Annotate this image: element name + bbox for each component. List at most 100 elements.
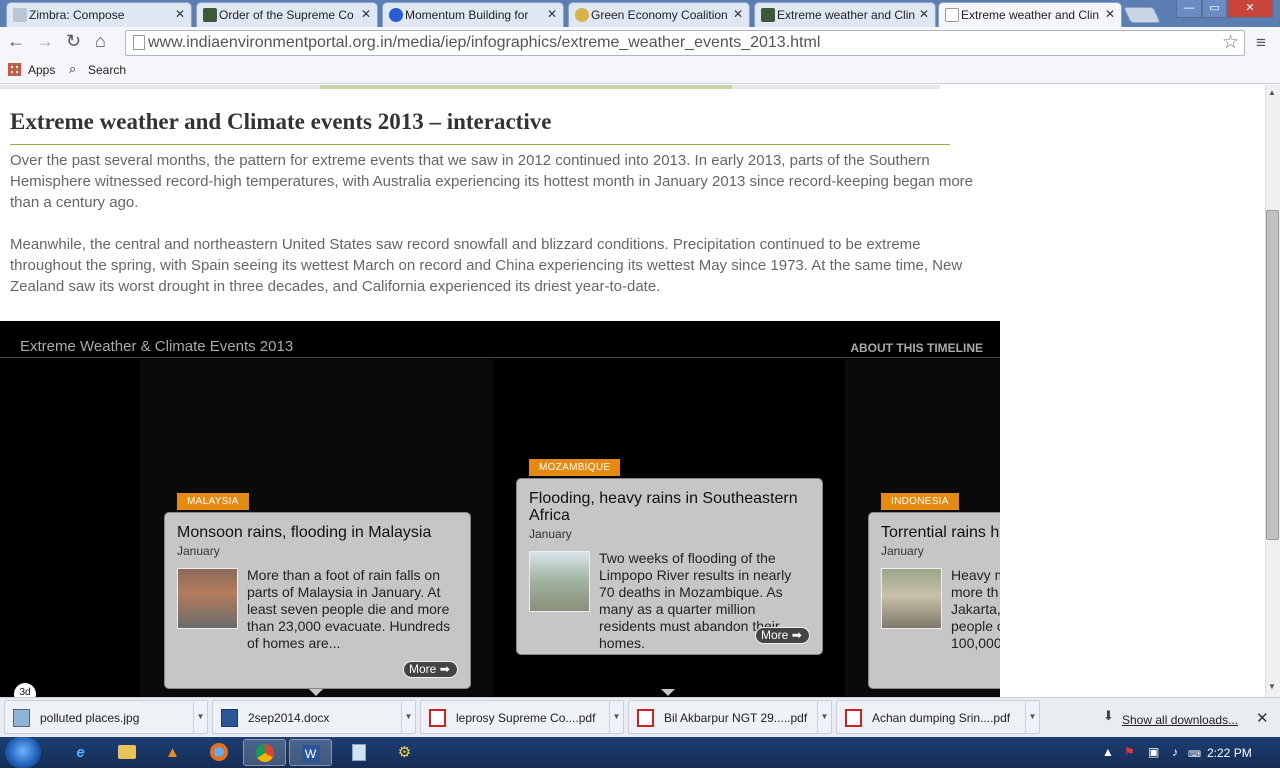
close-downloads-bar-icon[interactable]: ✕ [1256, 709, 1269, 727]
chrome-taskbar-icon[interactable] [243, 739, 286, 766]
green-economy-favicon-icon [575, 8, 589, 22]
ie-taskbar-icon[interactable]: e [59, 739, 102, 766]
chevron-down-icon[interactable]: ▼ [817, 701, 831, 733]
new-tab-button[interactable] [1123, 7, 1161, 23]
globe-favicon-icon [389, 8, 403, 22]
chevron-down-icon[interactable]: ▼ [609, 701, 623, 733]
tab-label: Order of the Supreme Co [219, 8, 354, 22]
search-icon[interactable]: ⌕ [69, 61, 76, 77]
tab-zimbra[interactable]: Zimbra: Compose ✕ [6, 2, 192, 27]
event-headline: Torrential rains hi [881, 524, 1000, 541]
minimize-button[interactable]: — [1176, 0, 1202, 18]
menu-icon[interactable]: ≡ [1256, 33, 1266, 53]
start-button[interactable] [5, 737, 41, 768]
event-thumbnail [881, 568, 942, 629]
close-window-button[interactable]: ✕ [1227, 0, 1273, 18]
portal-favicon-icon [203, 8, 217, 22]
page-title: Extreme weather and Climate events 2013 … [10, 109, 552, 134]
tab-green-economy[interactable]: Green Economy Coalition ✕ [568, 2, 750, 27]
bookmark-star-icon[interactable]: ☆ [1222, 31, 1239, 54]
back-arrow-icon[interactable]: ← [7, 31, 25, 52]
apps-bookmark[interactable]: Apps [28, 63, 55, 77]
scroll-down-arrow-icon[interactable]: ▼ [1268, 682, 1276, 691]
tab-momentum-building[interactable]: Momentum Building for ✕ [382, 2, 564, 27]
site-nav-active-segment [320, 85, 732, 89]
tab-label: Momentum Building for [405, 8, 529, 22]
firefox-taskbar-icon[interactable] [197, 739, 240, 766]
event-thumbnail [529, 551, 590, 612]
event-description: Heavy m more th Jakarta, people o 100,00… [951, 567, 1000, 651]
chevron-down-icon[interactable]: ▼ [1025, 701, 1039, 733]
timeline-header: Extreme Weather & Climate Events 2013 AB… [0, 321, 1000, 358]
more-label: More [409, 662, 437, 676]
network-icon[interactable]: ⚑ [1124, 745, 1135, 759]
tab-extreme-weather-active[interactable]: Extreme weather and Clin ✕ [938, 2, 1122, 27]
download-item[interactable]: 2sep2014.docx ▼ [212, 700, 416, 734]
scroll-up-arrow-icon[interactable]: ▲ [1268, 88, 1276, 97]
more-label: More [761, 628, 789, 642]
notepad-taskbar-icon[interactable] [337, 739, 380, 766]
display-icon[interactable]: ▣ [1148, 745, 1159, 759]
forward-arrow-icon[interactable]: → [36, 31, 54, 52]
event-card-indonesia[interactable]: Torrential rains hi January Heavy m more… [868, 512, 1000, 689]
country-tag-malaysia: MALAYSIA [177, 493, 249, 510]
explorer-taskbar-icon[interactable] [105, 739, 148, 766]
word-taskbar-icon[interactable]: W [289, 739, 332, 766]
close-icon[interactable]: ✕ [733, 7, 743, 21]
arrow-right-icon: ➡ [439, 662, 450, 676]
close-icon[interactable]: ✕ [547, 7, 557, 21]
keyboard-icon[interactable]: ⌨ [1188, 749, 1201, 760]
second-paragraph: Meanwhile, the central and northeastern … [10, 236, 963, 295]
vlc-taskbar-icon[interactable]: ▲ [151, 739, 194, 766]
home-icon[interactable]: ⌂ [95, 31, 106, 52]
event-month: January [529, 527, 572, 541]
card-pointer [309, 689, 323, 696]
downloads-bar: polluted places.jpg ▼ 2sep2014.docx ▼ le… [0, 697, 1280, 737]
volume-icon[interactable]: ♪ [1172, 745, 1178, 759]
show-hidden-icons-icon[interactable]: ▲ [1102, 745, 1114, 759]
download-arrow-icon: ⬇ [1103, 708, 1114, 723]
taskbar-clock[interactable]: 2:22 PM [1207, 746, 1252, 760]
more-button[interactable]: More ➡ [755, 627, 810, 644]
app-taskbar-icon[interactable]: ⚙ [383, 739, 426, 766]
chevron-down-icon[interactable]: ▼ [193, 701, 207, 733]
event-description: More than a foot of rain falls on parts … [247, 567, 451, 651]
tab-supreme-court-order[interactable]: Order of the Supreme Co ✕ [196, 2, 378, 27]
title-divider [10, 144, 950, 145]
more-button[interactable]: More ➡ [403, 661, 458, 678]
close-icon[interactable]: ✕ [919, 7, 929, 21]
event-headline: Monsoon rains, flooding in Malaysia [177, 524, 432, 541]
timeline-title: Extreme Weather & Climate Events 2013 [20, 338, 294, 355]
close-icon[interactable]: ✕ [1105, 7, 1115, 21]
reload-icon[interactable]: ↻ [66, 31, 81, 52]
about-timeline-link[interactable]: ABOUT THIS TIMELINE [850, 341, 983, 355]
url-text[interactable]: www.indiaenvironmentportal.org.in/media/… [148, 34, 820, 52]
download-item[interactable]: Achan dumping Srin....pdf ▼ [836, 700, 1040, 734]
image-file-icon [13, 709, 30, 727]
country-tag-indonesia: INDONESIA [881, 493, 959, 510]
search-bookmark[interactable]: Search [88, 63, 126, 77]
maximize-button[interactable]: ▭ [1202, 0, 1227, 18]
download-item[interactable]: polluted places.jpg ▼ [4, 700, 208, 734]
scrollbar-thumb[interactable] [1266, 210, 1279, 540]
close-icon[interactable]: ✕ [175, 7, 185, 21]
intro-paragraph: Over the past several months, the patter… [10, 152, 974, 211]
close-icon[interactable]: ✕ [361, 7, 371, 21]
download-item[interactable]: leprosy Supreme Co....pdf ▼ [420, 700, 624, 734]
pdf-icon [637, 709, 654, 727]
timeline-widget[interactable]: Extreme Weather & Climate Events 2013 AB… [0, 321, 1000, 697]
event-month: January [881, 544, 924, 558]
download-item[interactable]: Bil Akbarpur NGT 29.....pdf ▼ [628, 700, 832, 734]
event-card-malaysia[interactable]: Monsoon rains, flooding in Malaysia Janu… [164, 512, 471, 689]
tab-label: Zimbra: Compose [29, 8, 125, 22]
download-filename: 2sep2014.docx [248, 711, 330, 725]
card-pointer [661, 689, 675, 696]
tab-label: Extreme weather and Clin [777, 8, 915, 22]
tab-extreme-weather-1[interactable]: Extreme weather and Clin ✕ [754, 2, 936, 27]
show-all-downloads-link[interactable]: Show all downloads... [1122, 713, 1238, 727]
event-card-mozambique[interactable]: Flooding, heavy rains in Southeastern Af… [516, 478, 823, 655]
page-icon [133, 35, 145, 50]
apps-grid-icon[interactable] [8, 63, 21, 76]
chevron-down-icon[interactable]: ▼ [401, 701, 415, 733]
country-tag-mozambique: MOZAMBIQUE [529, 459, 621, 476]
